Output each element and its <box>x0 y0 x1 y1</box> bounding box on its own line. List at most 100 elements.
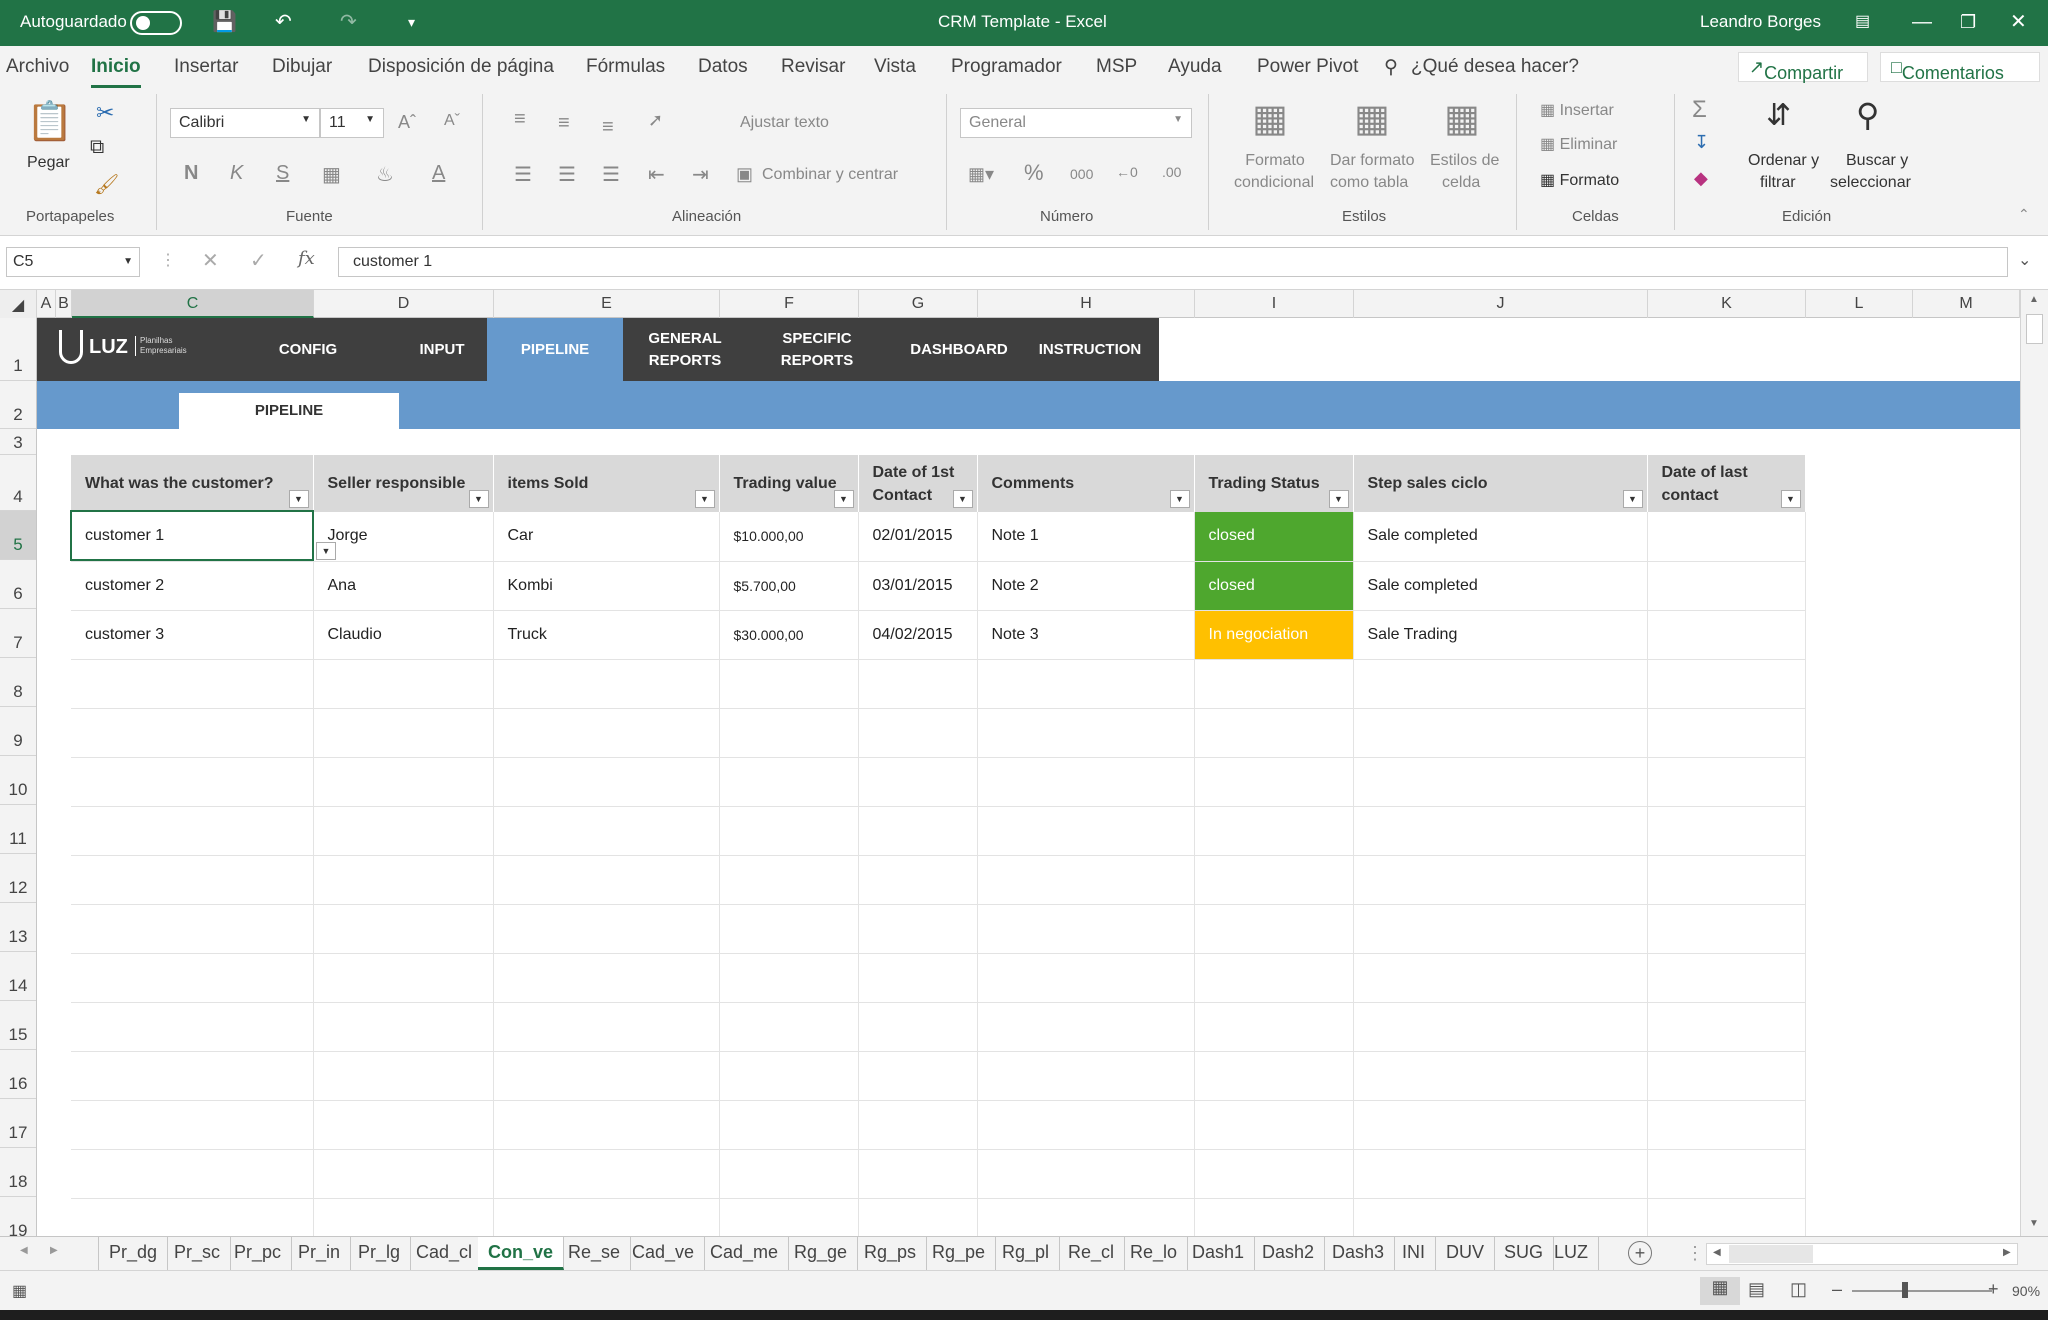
zoom-in-icon[interactable]: + <box>1988 1279 1999 1300</box>
empty-cell[interactable] <box>71 708 314 758</box>
empty-cell[interactable] <box>1194 855 1354 905</box>
filter-dropdown-icon[interactable]: ▼ <box>1622 490 1643 508</box>
minimize-icon[interactable]: — <box>1912 10 1932 34</box>
add-sheet-icon[interactable]: + <box>1628 1241 1652 1265</box>
empty-cell[interactable] <box>719 1100 859 1150</box>
empty-cell[interactable] <box>1353 1198 1648 1236</box>
wrap-text-button[interactable]: Ajustar texto <box>740 114 829 132</box>
empty-cell[interactable] <box>1194 757 1354 807</box>
cell-seller[interactable]: Claudio <box>313 610 494 660</box>
empty-cell[interactable] <box>313 953 494 1003</box>
sheet-tab[interactable]: Cad_cl <box>406 1237 484 1270</box>
row-header[interactable]: 14 <box>0 952 36 1001</box>
sheet-tab[interactable]: Pr_sc <box>164 1237 232 1270</box>
column-header-j[interactable]: J <box>1354 290 1648 318</box>
empty-cell[interactable] <box>977 659 1195 709</box>
row-header[interactable]: 9 <box>0 707 36 756</box>
conditional-format-icon[interactable]: ▦ <box>1252 96 1288 141</box>
tab-archivo[interactable]: Archivo <box>6 56 69 78</box>
zoom-slider-thumb[interactable] <box>1902 1282 1908 1298</box>
cell-first-contact[interactable]: 03/01/2015 <box>858 561 978 611</box>
nav-instruction[interactable]: INSTRUCTION <box>1031 318 1149 381</box>
empty-cell[interactable] <box>1647 806 1806 856</box>
cell-value[interactable]: $30.000,00 <box>719 610 859 660</box>
column-header-a[interactable]: A <box>37 290 56 318</box>
cell-comment[interactable]: Note 1 <box>977 512 1195 562</box>
nav-dashboard[interactable]: DASHBOARD <box>893 318 1025 381</box>
cell-customer[interactable]: customer 1 <box>71 512 314 562</box>
tab-msp[interactable]: MSP <box>1096 56 1137 78</box>
empty-cell[interactable] <box>71 806 314 856</box>
save-icon[interactable]: 💾 <box>212 10 237 34</box>
restore-icon[interactable]: ❐ <box>1960 10 1976 34</box>
cell-value[interactable]: $5.700,00 <box>719 561 859 611</box>
empty-cell[interactable] <box>313 757 494 807</box>
format-table-label-2[interactable]: como tabla <box>1330 174 1408 192</box>
cell-item[interactable]: Car <box>493 512 720 562</box>
nav-input[interactable]: INPUT <box>381 318 503 381</box>
cell-step[interactable]: Sale completed <box>1353 561 1648 611</box>
cell-step[interactable]: Sale Trading <box>1353 610 1648 660</box>
empty-cell[interactable] <box>1353 953 1648 1003</box>
empty-cell[interactable] <box>493 1100 720 1150</box>
format-cells-button[interactable]: ▦ Formato <box>1540 170 1619 190</box>
cell-dropdown-icon[interactable]: ▼ <box>316 542 336 560</box>
empty-cell[interactable] <box>1194 1198 1354 1236</box>
row-header[interactable]: 6 <box>0 560 36 609</box>
autosum-icon[interactable]: Σ <box>1692 96 1707 124</box>
nav-config[interactable]: CONFIG <box>247 318 369 381</box>
empty-cell[interactable] <box>1353 855 1648 905</box>
percent-icon[interactable]: % <box>1024 160 1044 186</box>
empty-cell[interactable] <box>977 855 1195 905</box>
empty-cell[interactable] <box>719 1149 859 1199</box>
empty-cell[interactable] <box>977 1149 1195 1199</box>
prev-sheet-icon[interactable]: ◀ <box>20 1245 28 1256</box>
tell-me-input[interactable]: ¿Qué desea hacer? <box>1411 56 1579 78</box>
cell-comment[interactable]: Note 3 <box>977 610 1195 660</box>
conditional-format-label-2[interactable]: condicional <box>1224 174 1324 192</box>
decrease-indent-icon[interactable]: ⇤ <box>648 162 665 187</box>
sheet-tab[interactable]: Re_lo <box>1120 1237 1189 1270</box>
empty-cell[interactable] <box>858 806 978 856</box>
empty-cell[interactable] <box>493 953 720 1003</box>
cut-icon[interactable]: ✂ <box>96 100 114 126</box>
empty-cell[interactable] <box>719 708 859 758</box>
row-header[interactable]: 12 <box>0 854 36 903</box>
empty-cell[interactable] <box>977 1100 1195 1150</box>
column-header-b[interactable]: B <box>56 290 72 318</box>
conditional-format-label-1[interactable]: Formato <box>1240 152 1310 170</box>
empty-cell[interactable] <box>493 708 720 758</box>
increase-indent-icon[interactable]: ⇥ <box>692 162 709 187</box>
empty-cell[interactable] <box>719 855 859 905</box>
enter-icon[interactable]: ✓ <box>250 248 267 273</box>
row-header[interactable]: 5 <box>0 511 36 560</box>
sheet-tab[interactable]: Rg_pe <box>922 1237 997 1270</box>
cell-styles-label-2[interactable]: celda <box>1442 174 1480 192</box>
cell-last-contact[interactable] <box>1647 610 1806 660</box>
filter-dropdown-icon[interactable]: ▼ <box>468 490 489 508</box>
scroll-thumb[interactable] <box>2026 314 2043 344</box>
formula-input[interactable]: customer 1 <box>338 247 2008 277</box>
next-sheet-icon[interactable]: ▶ <box>50 1245 58 1256</box>
zoom-slider[interactable] <box>1852 1290 1992 1292</box>
empty-cell[interactable] <box>858 953 978 1003</box>
empty-cell[interactable] <box>313 1198 494 1236</box>
cell-seller[interactable]: Jorge <box>313 512 494 562</box>
empty-cell[interactable] <box>719 953 859 1003</box>
horizontal-scrollbar[interactable]: ◀ ▶ <box>1706 1243 2018 1265</box>
empty-cell[interactable] <box>858 904 978 954</box>
empty-cell[interactable] <box>71 659 314 709</box>
empty-cell[interactable] <box>71 1051 314 1101</box>
sheet-tab[interactable]: Pr_dg <box>98 1237 169 1270</box>
tab-revisar[interactable]: Revisar <box>781 56 845 78</box>
row-header[interactable]: 10 <box>0 756 36 805</box>
scroll-left-icon[interactable]: ◀ <box>1713 1247 1721 1258</box>
align-top-icon[interactable]: ≡ <box>514 108 526 131</box>
cell-first-contact[interactable]: 04/02/2015 <box>858 610 978 660</box>
paste-icon[interactable]: 📋 <box>26 100 73 144</box>
row-header[interactable]: 1 <box>0 318 36 381</box>
number-format-select[interactable]: General ▼ <box>960 108 1192 138</box>
filter-dropdown-icon[interactable]: ▼ <box>288 490 309 508</box>
page-break-view-icon[interactable]: ◫ <box>1790 1279 1807 1300</box>
column-header-m[interactable]: M <box>1913 290 2020 318</box>
